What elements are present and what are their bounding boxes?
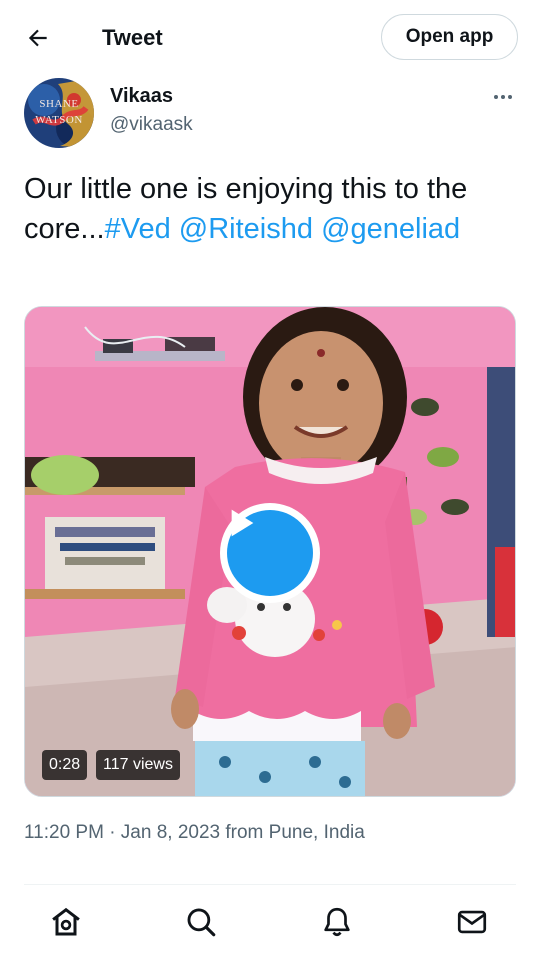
tweet-timestamp: 11:20 PM · Jan 8, 2023 from Pune, India bbox=[24, 822, 365, 843]
open-app-button[interactable]: Open app bbox=[381, 14, 518, 60]
avatar-text-bottom: WATSON bbox=[35, 114, 83, 126]
user-handle[interactable]: @vikaask bbox=[110, 113, 193, 137]
search-icon bbox=[187, 908, 216, 937]
bottom-navigation bbox=[0, 886, 540, 960]
video-player[interactable]: 0:28 117 views bbox=[24, 306, 516, 797]
messages-icon bbox=[457, 910, 487, 934]
hashtag-link[interactable]: #Ved bbox=[105, 213, 171, 245]
mention-link[interactable]: @geneliad bbox=[321, 213, 460, 245]
avatar-image bbox=[24, 78, 94, 148]
home-icon bbox=[52, 907, 80, 936]
more-dot-icon bbox=[501, 95, 505, 99]
view-count: 117 views bbox=[96, 750, 180, 780]
tweet-author: SHANE WATSON Vikaas @vikaask bbox=[0, 76, 540, 152]
more-dot-icon bbox=[494, 95, 498, 99]
nav-search[interactable] bbox=[183, 904, 219, 940]
tweet-text: Our little one is enjoying this to the c… bbox=[24, 169, 524, 249]
arrow-left-icon bbox=[28, 29, 47, 47]
notifications-icon bbox=[324, 907, 350, 937]
avatar-text-top: SHANE bbox=[39, 98, 79, 110]
play-button[interactable] bbox=[220, 503, 320, 603]
nav-notifications[interactable] bbox=[319, 904, 355, 940]
play-icon bbox=[231, 509, 254, 537]
display-name[interactable]: Vikaas bbox=[110, 84, 173, 108]
back-button[interactable] bbox=[22, 22, 54, 54]
divider bbox=[24, 884, 516, 885]
top-bar: Tweet Open app bbox=[0, 0, 540, 74]
more-options-button[interactable] bbox=[486, 90, 520, 104]
nav-home[interactable] bbox=[48, 904, 84, 940]
nav-messages[interactable] bbox=[454, 904, 490, 940]
avatar[interactable]: SHANE WATSON bbox=[24, 78, 94, 148]
mention-link[interactable]: @Riteishd bbox=[179, 213, 313, 245]
video-duration: 0:28 bbox=[42, 750, 88, 780]
more-dot-icon bbox=[508, 95, 512, 99]
page-title: Tweet bbox=[102, 25, 163, 50]
